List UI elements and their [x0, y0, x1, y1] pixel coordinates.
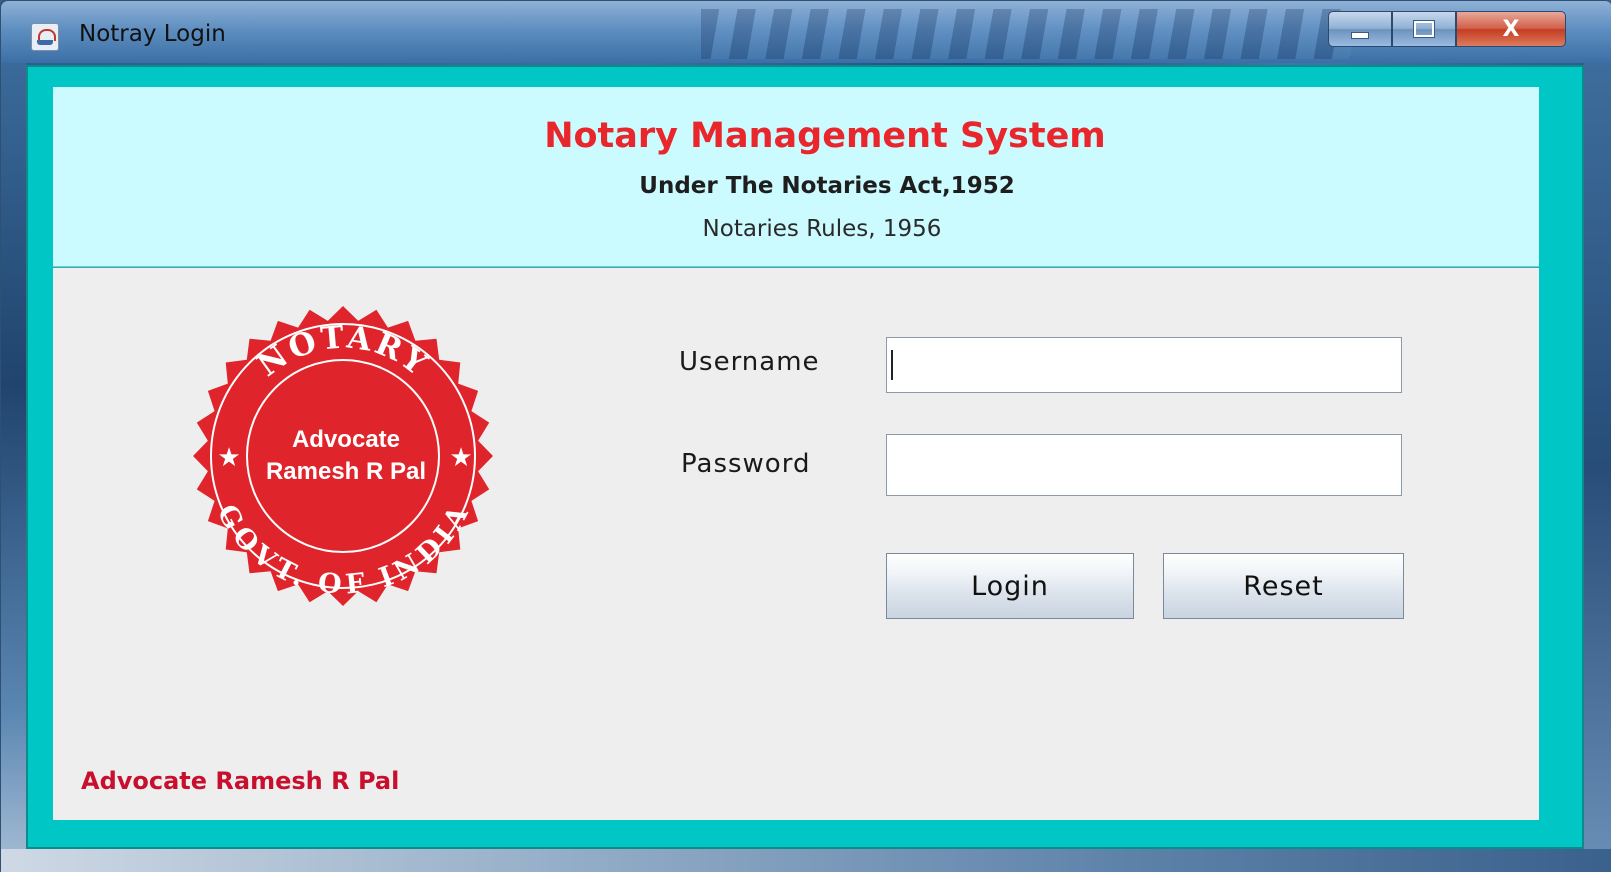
title-bar[interactable]: Notray Login X: [1, 1, 1611, 63]
seal-left-star-icon: ★: [217, 443, 240, 473]
act-subtitle: Under The Notaries Act,1952: [639, 173, 1015, 199]
username-input[interactable]: [886, 337, 1402, 393]
window-title: Notray Login: [79, 21, 226, 47]
reset-button[interactable]: Reset: [1163, 553, 1404, 619]
seal-right-star-icon: ★: [449, 443, 472, 473]
username-label: Username: [679, 347, 820, 377]
window-bottom-border: [1, 849, 1611, 872]
minimize-button[interactable]: [1328, 11, 1392, 47]
app-title: Notary Management System: [544, 116, 1106, 156]
login-window: Notray Login X Notary Management System …: [0, 0, 1611, 872]
close-icon: X: [1502, 16, 1520, 42]
minimize-icon: [1351, 31, 1369, 39]
seal-center-line-1: Advocate: [292, 426, 400, 453]
text-caret: [891, 350, 893, 380]
footer-credit: Advocate Ramesh R Pal: [81, 767, 400, 795]
title-bar-glass: [701, 9, 1351, 59]
caption-buttons: X: [1328, 11, 1566, 47]
close-button[interactable]: X: [1456, 11, 1566, 47]
notary-seal-logo: NOTARY GOVT. OF INDIA Advocate Ramesh R …: [193, 306, 493, 606]
maximize-button[interactable]: [1392, 11, 1456, 47]
java-app-icon[interactable]: [31, 23, 59, 51]
maximize-icon: [1413, 20, 1435, 38]
login-button[interactable]: Login: [886, 553, 1134, 619]
password-input[interactable]: [886, 434, 1402, 496]
seal-center-line-2: Ramesh R Pal: [266, 458, 426, 485]
password-label: Password: [681, 449, 811, 479]
rules-subtitle: Notaries Rules, 1956: [702, 216, 942, 242]
